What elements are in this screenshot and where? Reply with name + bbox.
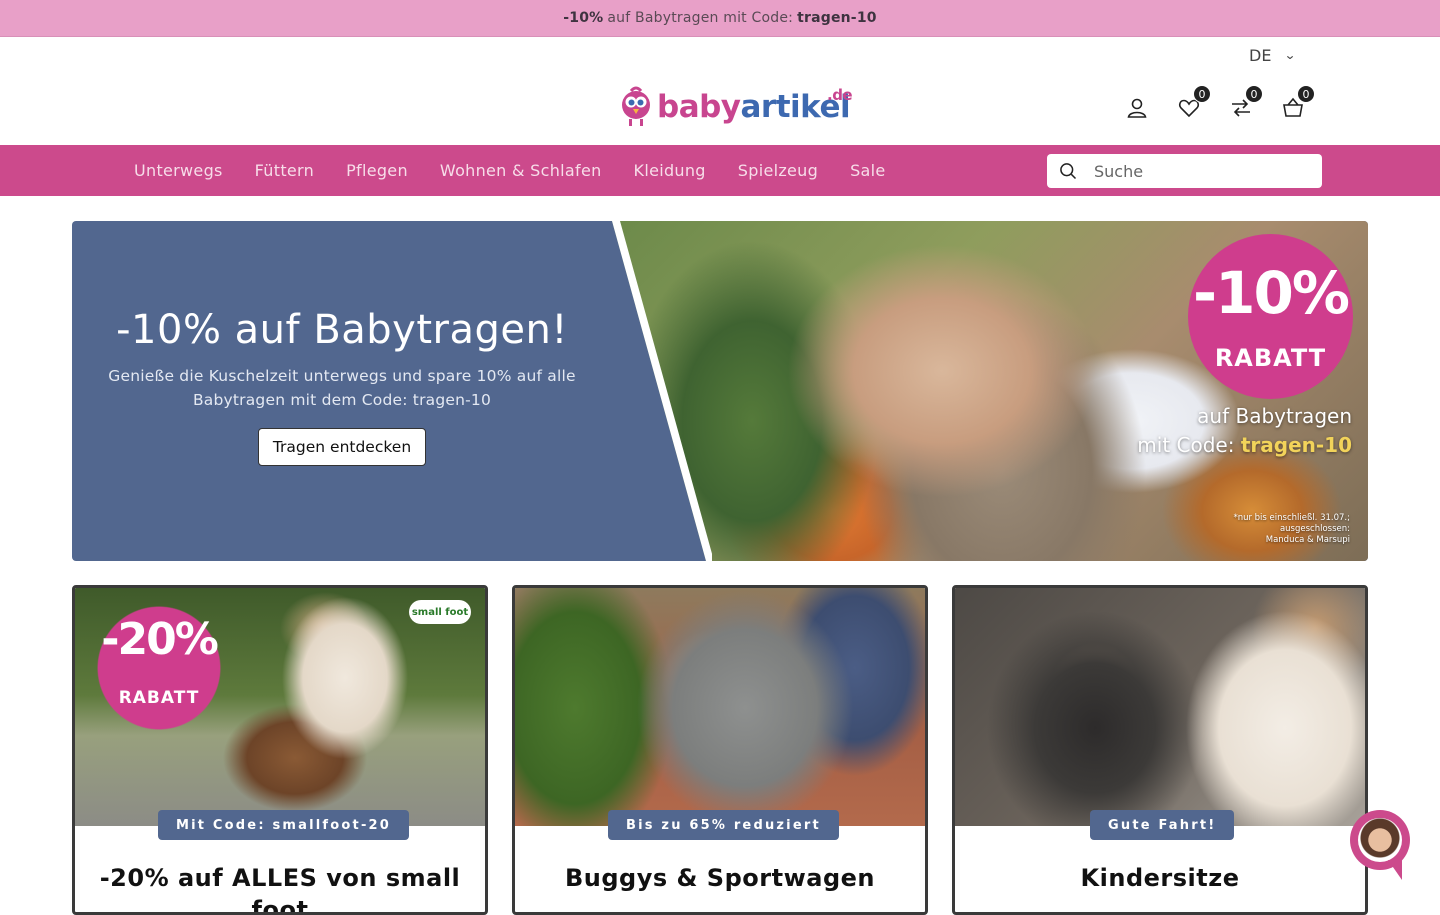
card-title: Buggys & Sportwagen bbox=[565, 864, 875, 892]
hero-caption-line1: auf Babytragen bbox=[1197, 404, 1352, 428]
card-title: Kindersitze bbox=[1080, 864, 1240, 892]
compare-button[interactable]: 0 bbox=[1215, 85, 1267, 122]
card-image bbox=[515, 588, 925, 826]
account-button[interactable] bbox=[1111, 94, 1163, 122]
promo-card-smallfoot[interactable]: -20% RABATT small foot Mit Code: smallfo… bbox=[72, 585, 488, 915]
search-input[interactable] bbox=[1094, 161, 1314, 181]
bird-logo-icon bbox=[622, 86, 650, 126]
logo-word-baby: baby bbox=[657, 88, 741, 125]
chat-widget-button[interactable] bbox=[1350, 810, 1410, 880]
fine-print-line: ausgeschlossen: bbox=[1279, 524, 1350, 534]
hero-discount-badge: -10% RABATT bbox=[1188, 234, 1353, 399]
card-badge: Gute Fahrt! bbox=[1090, 810, 1235, 840]
hero-cta-button[interactable]: Tragen entdecken bbox=[258, 428, 426, 466]
header-icons: 0 0 0 bbox=[1111, 85, 1319, 122]
hero-title: -10% auf Babytragen! bbox=[116, 307, 568, 353]
logo-tld: .de bbox=[827, 85, 853, 104]
cart-button[interactable]: 0 bbox=[1267, 85, 1319, 122]
card-image: -20% RABATT small foot bbox=[75, 588, 485, 826]
nav-item-spielzeug[interactable]: Spielzeug bbox=[722, 161, 834, 180]
nav-item-kleidung[interactable]: Kleidung bbox=[618, 161, 722, 180]
card-badge: Bis zu 65% reduziert bbox=[608, 810, 839, 840]
promo-discount: -10% bbox=[563, 10, 604, 26]
hero-caption-prefix: mit Code: bbox=[1137, 433, 1241, 457]
nav-item-sale[interactable]: Sale bbox=[834, 161, 901, 180]
hero-fine-print: *nur bis einschließl. 31.07.; ausgeschlo… bbox=[1202, 513, 1350, 546]
promo-card-kindersitze[interactable]: Gute Fahrt! Kindersitze bbox=[952, 585, 1368, 915]
promo-card-buggys[interactable]: Bis zu 65% reduziert Buggys & Sportwagen bbox=[512, 585, 928, 915]
promo-code: tragen-10 bbox=[797, 10, 877, 26]
hero-discount-label: RABATT bbox=[1214, 344, 1327, 372]
main-nav: Unterwegs Füttern Pflegen Wohnen & Schla… bbox=[0, 145, 1440, 196]
user-icon bbox=[1127, 98, 1147, 118]
language-label: DE bbox=[1249, 45, 1272, 65]
search-box[interactable] bbox=[1047, 154, 1322, 188]
nav-menu: Unterwegs Füttern Pflegen Wohnen & Schla… bbox=[118, 145, 902, 196]
promo-text: auf Babytragen mit Code: bbox=[607, 10, 794, 26]
hero-subtitle: Genieße die Kuschelzeit unterwegs und sp… bbox=[108, 367, 576, 409]
fine-print-line: *nur bis einschließl. 31.07.; bbox=[1233, 513, 1350, 523]
chat-avatar-icon bbox=[1358, 818, 1402, 862]
site-logo[interactable]: babyartikel .de bbox=[619, 82, 853, 132]
hero-caption-line2: mit Code: tragen-10 bbox=[1112, 433, 1352, 457]
hero-discount-value: -10% bbox=[1193, 259, 1350, 327]
site-header: DE ⌄ babyartikel .de 0 0 0 bbox=[0, 37, 1440, 145]
hero-caption-code: tragen-10 bbox=[1240, 433, 1352, 457]
hero-banner[interactable]: -10% auf Babytragen! Genieße die Kuschel… bbox=[72, 221, 1368, 561]
card-image bbox=[955, 588, 1365, 826]
nav-item-fuettern[interactable]: Füttern bbox=[239, 161, 330, 180]
card-discount-value: -20% bbox=[101, 614, 219, 665]
wishlist-count-badge: 0 bbox=[1193, 85, 1211, 103]
promo-bar: -10% auf Babytragen mit Code: tragen-10 bbox=[0, 0, 1440, 37]
search-icon[interactable] bbox=[1058, 161, 1078, 181]
card-discount-label: RABATT bbox=[118, 688, 200, 708]
wishlist-button[interactable]: 0 bbox=[1163, 85, 1215, 122]
language-selector[interactable]: DE ⌄ bbox=[1249, 42, 1297, 68]
nav-item-wohnen-schlafen[interactable]: Wohnen & Schlafen bbox=[424, 161, 618, 180]
card-title: -20% auf ALLES von small foot bbox=[99, 864, 461, 915]
fine-print-line: Manduca & Marsupi bbox=[1265, 535, 1350, 545]
cart-count-badge: 0 bbox=[1297, 85, 1315, 103]
nav-item-unterwegs[interactable]: Unterwegs bbox=[118, 161, 239, 180]
card-badge: Mit Code: smallfoot-20 bbox=[158, 810, 410, 840]
nav-item-pflegen[interactable]: Pflegen bbox=[330, 161, 424, 180]
small-foot-brand-logo: small foot bbox=[409, 600, 471, 624]
compare-count-badge: 0 bbox=[1245, 85, 1263, 103]
chevron-down-icon: ⌄ bbox=[1284, 48, 1297, 62]
